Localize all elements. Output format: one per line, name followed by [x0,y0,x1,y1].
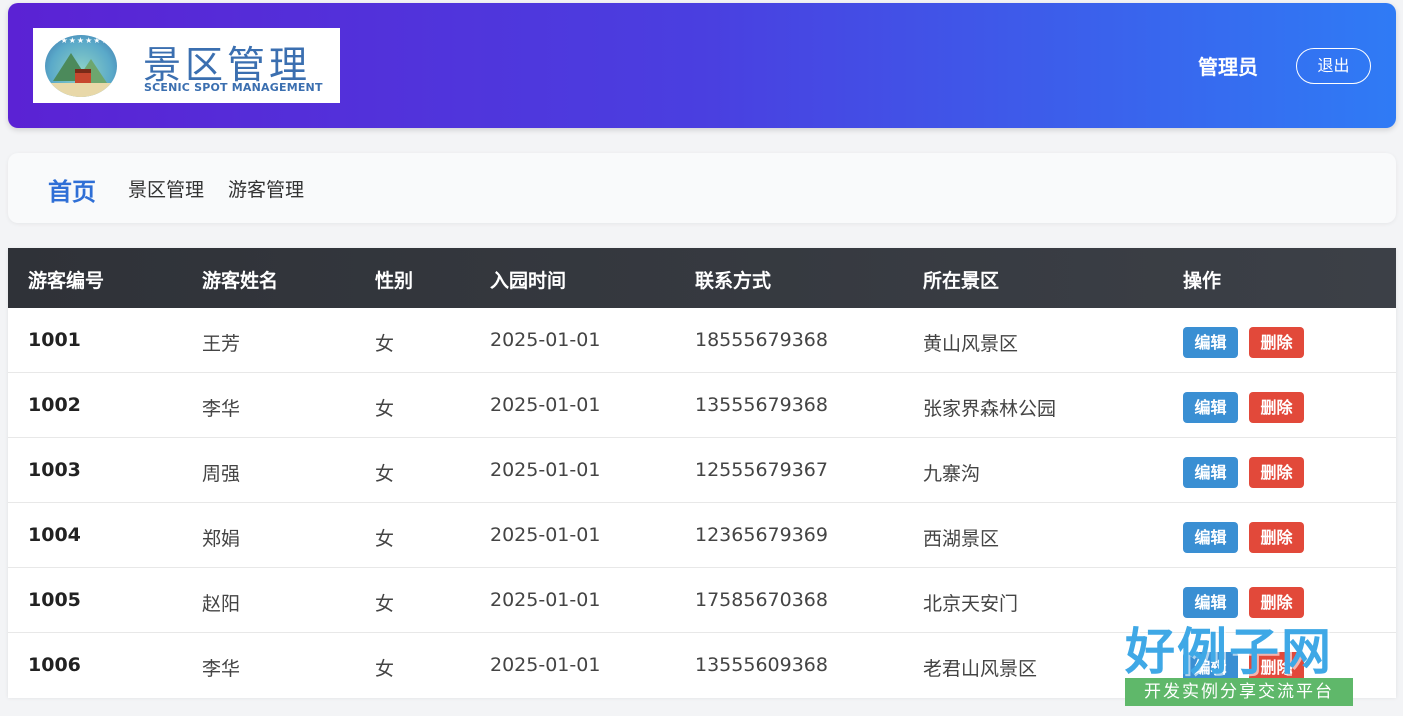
cell-id: 1003 [28,459,81,481]
edit-button[interactable]: 编辑 [1183,522,1238,553]
cell-id: 1001 [28,329,81,351]
logo-stars: ★★★★★★★ [52,36,110,45]
watermark-subtitle: 开发实例分享交流平台 [1125,678,1353,706]
scenic-badge-icon: ★★★★★★★ [45,35,117,97]
delete-button[interactable]: 删除 [1249,522,1304,553]
cell-id: 1002 [28,394,81,416]
column-header-name: 游客姓名 [202,270,279,292]
cell-date: 2025-01-01 [490,329,601,351]
column-header-date: 入园时间 [490,270,567,292]
nav-item-visitor-management[interactable]: 游客管理 [228,175,304,202]
cell-date: 2025-01-01 [490,654,601,676]
edit-button[interactable]: 编辑 [1183,327,1238,358]
cell-gender: 女 [375,333,395,355]
cell-phone: 13555679368 [695,394,828,416]
cell-spot: 九寨沟 [923,463,981,485]
delete-button[interactable]: 删除 [1249,392,1304,423]
edit-button[interactable]: 编辑 [1183,457,1238,488]
table-header: 游客编号 游客姓名 性别 入园时间 联系方式 所在景区 操作 [8,248,1396,308]
cell-name: 李华 [202,658,241,680]
column-header-spot: 所在景区 [923,270,1000,292]
cell-phone: 12365679369 [695,524,828,546]
cell-name: 郑娟 [202,528,241,550]
edit-button[interactable]: 编辑 [1183,392,1238,423]
column-header-id: 游客编号 [28,270,105,292]
app-logo[interactable]: ★★★★★★★ 景区管理 SCENIC SPOT MANAGEMENT [33,28,340,103]
cell-spot: 老君山风景区 [923,658,1038,680]
cell-id: 1006 [28,654,81,676]
main-nav: 首页 景区管理 游客管理 [8,153,1396,223]
cell-gender: 女 [375,593,395,615]
table-row: 1004 郑娟 女 2025-01-01 12365679369 西湖景区 编辑… [8,503,1396,568]
column-header-actions: 操作 [1183,270,1222,292]
cell-id: 1004 [28,524,81,546]
cell-phone: 17585670368 [695,589,828,611]
cell-id: 1005 [28,589,81,611]
nav-item-scenic-management[interactable]: 景区管理 [128,175,204,202]
cell-name: 王芳 [202,333,241,355]
cell-gender: 女 [375,528,395,550]
cell-spot: 北京天安门 [923,593,1019,615]
site-watermark: 好例子网 开发实例分享交流平台 [1123,612,1357,708]
table-row: 1003 周强 女 2025-01-01 12555679367 九寨沟 编辑 … [8,438,1396,503]
cell-gender: 女 [375,398,395,420]
cell-spot: 西湖景区 [923,528,1000,550]
cell-name: 李华 [202,398,241,420]
cell-phone: 18555679368 [695,329,828,351]
nav-item-home[interactable]: 首页 [48,172,96,207]
cell-name: 赵阳 [202,593,241,615]
cell-date: 2025-01-01 [490,459,601,481]
column-header-phone: 联系方式 [695,270,772,292]
cell-name: 周强 [202,463,241,485]
logout-button[interactable]: 退出 [1296,48,1371,84]
cell-date: 2025-01-01 [490,394,601,416]
logo-subtitle: SCENIC SPOT MANAGEMENT [144,81,323,94]
cell-gender: 女 [375,658,395,680]
cell-date: 2025-01-01 [490,589,601,611]
table-row: 1001 王芳 女 2025-01-01 18555679368 黄山风景区 编… [8,308,1396,373]
delete-button[interactable]: 删除 [1249,457,1304,488]
column-header-gender: 性别 [375,270,414,292]
cell-spot: 张家界森林公园 [923,398,1057,420]
watermark-title: 好例子网 [1125,623,1333,681]
cell-date: 2025-01-01 [490,524,601,546]
user-role-label: 管理员 [1198,55,1258,79]
table-row: 1002 李华 女 2025-01-01 13555679368 张家界森林公园… [8,373,1396,438]
app-header: ★★★★★★★ 景区管理 SCENIC SPOT MANAGEMENT 管理员 … [8,3,1396,128]
cell-gender: 女 [375,463,395,485]
cell-phone: 12555679367 [695,459,828,481]
delete-button[interactable]: 删除 [1249,327,1304,358]
cell-spot: 黄山风景区 [923,333,1019,355]
cell-phone: 13555609368 [695,654,828,676]
